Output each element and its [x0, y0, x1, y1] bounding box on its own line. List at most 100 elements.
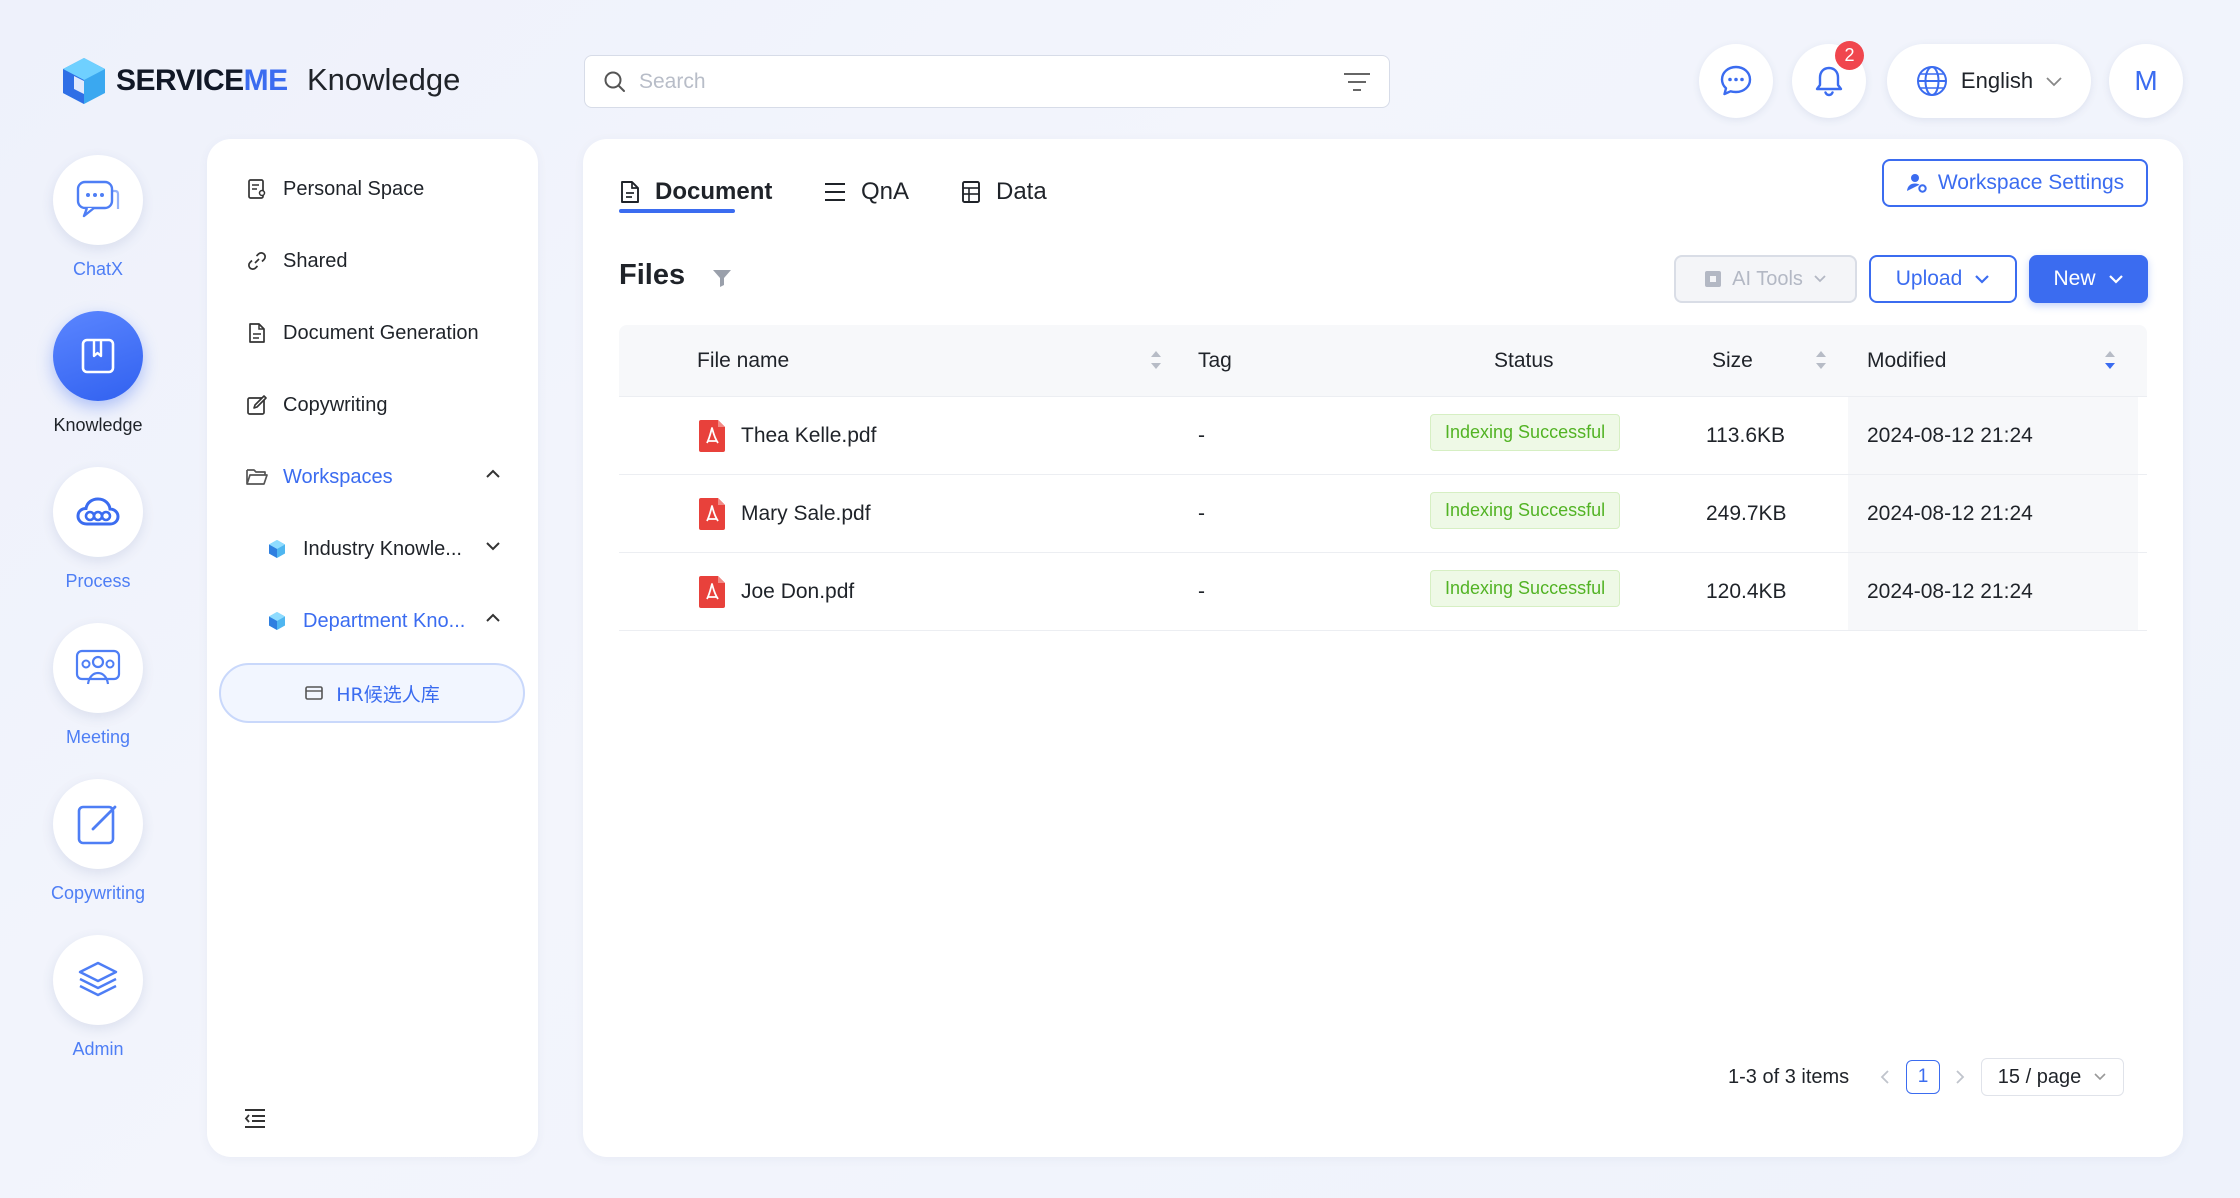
rail-chatx-circle — [53, 155, 143, 245]
file-name: Thea Kelle.pdf — [741, 424, 877, 447]
prev-page-button[interactable] — [1879, 1057, 1891, 1097]
nav-item-personal-space[interactable]: Personal Space — [207, 161, 538, 217]
sort-desc-icon[interactable] — [2104, 349, 2116, 371]
brand-logo[interactable]: SERVICEME — [60, 56, 288, 106]
rail-label-admin: Admin — [72, 1039, 124, 1059]
table-row[interactable]: Joe Don.pdf - Indexing Successful 120.4K… — [619, 553, 2147, 631]
new-label: New — [2053, 267, 2096, 290]
rail-item-meeting[interactable]: Meeting — [50, 623, 146, 748]
rail-label-copywriting: Copywriting — [50, 883, 146, 903]
modified-cell: 2024-08-12 21:24 — [1867, 424, 2033, 447]
user-settings-icon — [1906, 174, 1927, 193]
logo-text-service: SERVICE — [116, 64, 244, 97]
filter-lines-icon[interactable] — [1343, 70, 1371, 94]
nav-item-industry-knowledge[interactable]: Industry Knowle... — [207, 521, 538, 577]
workspace-cube-icon — [265, 537, 289, 561]
folder-item-hr-candidates[interactable]: HR候选人库 — [219, 663, 525, 723]
table-row[interactable]: Thea Kelle.pdf - Indexing Successful 113… — [619, 397, 2147, 475]
language-selector[interactable]: English — [1887, 44, 2091, 118]
collapse-menu-icon — [244, 1109, 265, 1128]
nav-label-personal-space: Personal Space — [283, 177, 425, 200]
page-size-selector[interactable]: 15 / page — [1981, 1058, 2124, 1096]
file-name-cell[interactable]: Mary Sale.pdf — [697, 475, 871, 553]
col-header-modified[interactable]: Modified — [1867, 325, 1946, 397]
rail-label-process: Process — [65, 571, 131, 591]
active-tab-indicator — [619, 209, 735, 213]
col-header-size[interactable]: Size — [1712, 325, 1753, 397]
pdf-file-icon — [699, 498, 725, 530]
nav-item-copywriting[interactable]: Copywriting — [207, 377, 538, 433]
page-number-current[interactable]: 1 — [1906, 1060, 1940, 1094]
folder-icon — [305, 686, 324, 700]
user-avatar[interactable]: M — [2109, 44, 2183, 118]
next-page-button[interactable] — [1954, 1057, 1966, 1097]
nav-item-department-knowledge[interactable]: Department Kno... — [207, 593, 538, 649]
workspace-cube-icon — [265, 609, 289, 633]
nav-item-shared[interactable]: Shared — [207, 233, 538, 289]
size-cell: 113.6KB — [1706, 424, 1786, 447]
table-header: File name Tag Status Size Modified — [619, 325, 2147, 397]
page-number-wrap: 1 — [1906, 1057, 1940, 1097]
files-filter-button[interactable] — [711, 267, 733, 289]
chevron-up-icon[interactable] — [484, 467, 502, 481]
search-input[interactable] — [639, 69, 1343, 94]
tab-qna-label: QnA — [861, 178, 910, 205]
data-sheet-icon — [962, 181, 980, 203]
rail-item-copywriting[interactable]: Copywriting — [50, 779, 146, 904]
files-title: Files — [619, 259, 686, 291]
link-icon — [245, 249, 269, 273]
rail-item-admin[interactable]: Admin — [50, 935, 146, 1060]
rail-knowledge-circle — [53, 311, 143, 401]
rail-item-chatx[interactable]: ChatX — [50, 155, 146, 280]
modified-cell: 2024-08-12 21:24 — [1867, 502, 2033, 525]
notifications-button[interactable]: 2 — [1792, 41, 1866, 118]
sort-icon[interactable] — [1815, 349, 1827, 371]
workspace-settings-button[interactable]: Workspace Settings — [1882, 159, 2148, 207]
size-cell: 249.7KB — [1706, 502, 1787, 525]
upload-button[interactable]: Upload — [1869, 255, 2017, 303]
nav-label-department-knowledge: Department Kno... — [303, 609, 466, 632]
search-icon — [604, 71, 625, 92]
tab-qna[interactable]: QnA — [823, 169, 909, 215]
language-label: English — [1960, 68, 2034, 93]
book-icon — [81, 338, 115, 374]
funnel-icon — [713, 270, 731, 287]
col-header-file-name[interactable]: File name — [697, 325, 789, 397]
pagination-summary: 1-3 of 3 items — [1728, 1065, 1850, 1088]
chevron-down-icon — [2094, 1073, 2106, 1081]
side-nav-panel: Personal Space Shared Document Generatio… — [207, 139, 538, 1157]
notification-badge: 2 — [1835, 41, 1864, 70]
tab-data[interactable]: Data — [960, 169, 1047, 215]
table-row[interactable]: Mary Sale.pdf - Indexing Successful 249.… — [619, 475, 2147, 553]
file-name: Joe Don.pdf — [741, 580, 855, 603]
rail-copywriting-circle — [53, 779, 143, 869]
file-name-cell[interactable]: Thea Kelle.pdf — [697, 397, 876, 475]
page-size-label: 15 / page — [1997, 1065, 2082, 1088]
chat-bubble-icon — [1720, 65, 1752, 96]
search-bar[interactable] — [584, 55, 1390, 108]
globe-icon — [1916, 66, 1947, 96]
ai-tools-label: AI Tools — [1732, 267, 1803, 290]
status-badge: Indexing Successful — [1430, 569, 1621, 607]
main-panel: Document QnA Data Workspace Settings Fil… — [583, 139, 2183, 1157]
rail-item-process[interactable]: Process — [50, 467, 146, 592]
app-title: Knowledge — [307, 62, 461, 97]
nav-item-workspaces[interactable]: Workspaces — [207, 449, 538, 505]
col-header-tag: Tag — [1198, 349, 1232, 372]
chevron-up-icon[interactable] — [484, 611, 502, 625]
file-name-cell[interactable]: Joe Don.pdf — [697, 553, 854, 631]
tab-data-label: Data — [996, 178, 1047, 205]
sort-icon[interactable] — [1150, 349, 1162, 371]
file-name: Mary Sale.pdf — [741, 502, 871, 525]
new-button[interactable]: New — [2029, 255, 2148, 303]
collapse-sidebar-button[interactable] — [243, 1107, 267, 1129]
size-cell: 120.4KB — [1706, 580, 1787, 603]
files-table: File name Tag Status Size Modified Thea … — [619, 325, 2147, 631]
cloud-process-icon — [76, 497, 120, 526]
ai-tools-button[interactable]: AI Tools — [1674, 255, 1857, 303]
folder-label-hr-candidates: HR候选人库 — [336, 683, 440, 706]
chevron-down-icon[interactable] — [484, 539, 502, 553]
nav-item-document-generation[interactable]: Document Generation — [207, 305, 538, 361]
rail-item-knowledge[interactable]: Knowledge — [50, 311, 146, 436]
chat-messages-button[interactable] — [1699, 44, 1773, 118]
